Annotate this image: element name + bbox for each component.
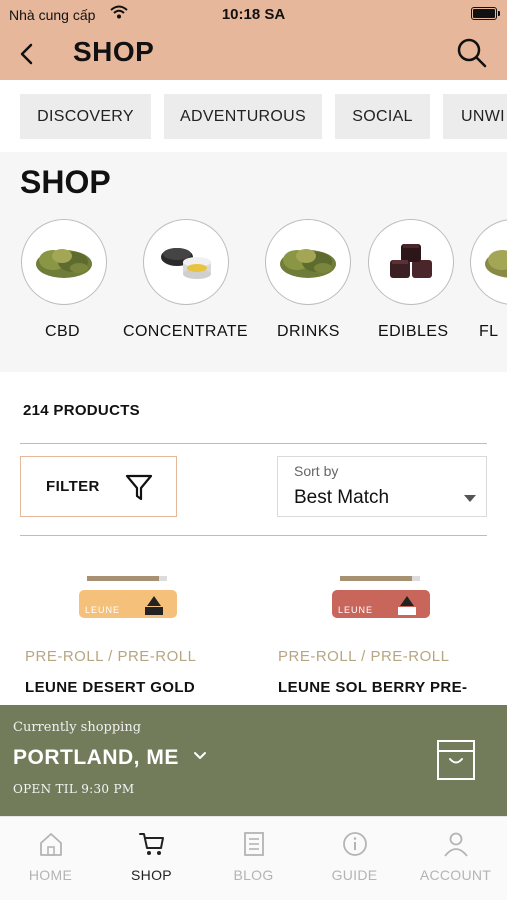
store-location-button[interactable]: PORTLAND, ME xyxy=(13,746,179,770)
product-category: PRE-ROLL / PRE-ROLL xyxy=(278,648,450,665)
category-flower[interactable]: FL xyxy=(470,219,507,349)
product-card[interactable]: LEUNE PRE-ROLL / PRE-ROLL LEUNE DESERT G… xyxy=(25,560,255,705)
product-category: PRE-ROLL / PRE-ROLL xyxy=(25,648,197,665)
product-card[interactable]: LEUNE PRE-ROLL / PRE-ROLL LEUNE SOL BERR… xyxy=(278,560,507,705)
sort-value: Best Match xyxy=(294,487,390,508)
sort-dropdown[interactable]: Sort by Best Match xyxy=(277,456,487,517)
brand-logo: LEUNE xyxy=(338,605,374,615)
filter-label: FILTER xyxy=(46,478,100,495)
tab-label: HOME xyxy=(28,867,73,883)
page-title: SHOP xyxy=(73,36,155,67)
filter-button[interactable]: FILTER xyxy=(20,456,177,517)
tab-label: UNWI xyxy=(461,107,505,125)
tab-adventurous[interactable]: ADVENTUROUS xyxy=(164,94,322,139)
product-image: LEUNE xyxy=(75,568,181,628)
tab-account[interactable]: ACCOUNT xyxy=(405,817,506,900)
product-name: LEUNE SOL BERRY PRE- xyxy=(278,679,468,696)
tab-home[interactable]: HOME xyxy=(0,817,101,900)
clock: 10:18 SA xyxy=(221,6,286,23)
bottom-tab-bar: HOME SHOP BLOG GUIDE ACCOUNT xyxy=(0,816,507,900)
blog-icon xyxy=(244,832,264,856)
account-icon xyxy=(444,832,468,857)
concentrate-jar-icon xyxy=(143,219,229,305)
nav-bar: SHOP xyxy=(0,28,507,80)
dropdown-arrow-icon xyxy=(464,495,476,502)
store-hours: OPEN TIL 9:30 PM xyxy=(13,782,135,796)
chevron-left-icon xyxy=(20,43,33,65)
back-button[interactable] xyxy=(12,38,44,70)
brand-logo: LEUNE xyxy=(85,605,121,615)
tab-label: GUIDE xyxy=(331,867,378,883)
chocolate-edibles-icon xyxy=(368,219,454,305)
home-icon xyxy=(40,833,62,856)
product-image: LEUNE xyxy=(328,568,434,628)
search-button[interactable] xyxy=(455,36,489,70)
shop-categories: SHOP CBD CONCENTRATE DRINKS EDIBLES FL xyxy=(0,152,507,372)
cart-icon xyxy=(139,833,164,855)
store-selector-bar: Currently shopping PORTLAND, ME OPEN TIL… xyxy=(0,705,507,816)
cannabis-flower-icon xyxy=(470,219,507,305)
store-caption: Currently shopping xyxy=(13,720,142,735)
tab-label: SHOP xyxy=(131,867,172,883)
category-label: DRINKS xyxy=(277,323,340,340)
search-icon xyxy=(457,38,487,68)
category-label: CBD xyxy=(45,323,80,340)
cart-button[interactable] xyxy=(432,735,480,783)
tab-label: SOCIAL xyxy=(352,107,413,125)
battery-icon xyxy=(471,7,500,20)
shopping-bag-icon xyxy=(437,740,475,780)
mood-tabs: DISCOVERY ADVENTUROUS SOCIAL UNWI xyxy=(0,80,507,152)
category-concentrate[interactable]: CONCENTRATE xyxy=(123,219,273,349)
tab-label: ADVENTUROUS xyxy=(180,107,306,125)
cannabis-flower-icon xyxy=(21,219,107,305)
info-icon xyxy=(343,832,367,856)
tab-label: DISCOVERY xyxy=(37,107,134,125)
tab-guide[interactable]: GUIDE xyxy=(304,817,405,900)
category-label: CONCENTRATE xyxy=(123,323,248,340)
chevron-down-icon[interactable] xyxy=(193,751,207,761)
tab-unwind[interactable]: UNWI xyxy=(443,94,507,139)
tab-label: ACCOUNT xyxy=(419,867,492,883)
product-name: LEUNE DESERT GOLD xyxy=(25,679,196,696)
section-heading: SHOP xyxy=(20,164,111,200)
category-label: EDIBLES xyxy=(378,323,449,340)
product-count: 214 PRODUCTS xyxy=(23,402,140,419)
tab-shop[interactable]: SHOP xyxy=(101,817,202,900)
divider xyxy=(20,535,487,536)
filter-icon xyxy=(125,474,153,501)
divider xyxy=(20,443,487,444)
tab-discovery[interactable]: DISCOVERY xyxy=(20,94,151,139)
sort-caption: Sort by xyxy=(294,463,339,479)
tab-social[interactable]: SOCIAL xyxy=(335,94,430,139)
category-label: FL xyxy=(479,323,499,340)
cannabis-flower-icon xyxy=(265,219,351,305)
tab-label: BLOG xyxy=(233,867,274,883)
status-bar: Nhà cung cấp 10:18 SA xyxy=(0,0,507,28)
tab-blog[interactable]: BLOG xyxy=(203,817,304,900)
